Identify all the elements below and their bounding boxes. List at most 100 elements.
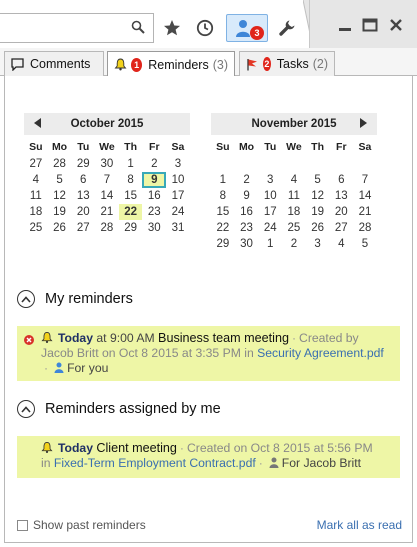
- calendar-day[interactable]: 23: [142, 204, 166, 220]
- calendar-day[interactable]: 7: [95, 172, 119, 188]
- prev-month-icon[interactable]: [34, 118, 42, 131]
- calendar-day[interactable]: 13: [71, 188, 95, 204]
- calendar-day[interactable]: 10: [166, 172, 190, 188]
- show-past-checkbox[interactable]: [17, 519, 28, 531]
- wrench-icon[interactable]: [273, 14, 301, 42]
- calendar-day[interactable]: 4: [282, 172, 306, 188]
- calendar-day[interactable]: 30: [95, 156, 119, 172]
- calendar-day[interactable]: 6: [71, 172, 95, 188]
- calendar-day[interactable]: 21: [353, 204, 377, 220]
- calendar-day[interactable]: 5: [306, 172, 330, 188]
- search-icon[interactable]: [131, 20, 145, 37]
- calendar-day[interactable]: 22: [211, 220, 235, 236]
- reminder-title[interactable]: Client meeting: [96, 441, 177, 455]
- calendar-day[interactable]: 17: [166, 188, 190, 204]
- calendar-day[interactable]: 2: [282, 236, 306, 252]
- address-bar[interactable]: [0, 13, 154, 43]
- calendar-day[interactable]: 1: [119, 156, 143, 172]
- dismiss-icon[interactable]: [24, 334, 34, 349]
- calendar-day[interactable]: 28: [95, 220, 119, 236]
- calendar-day[interactable]: 30: [142, 220, 166, 236]
- mark-all-read-link[interactable]: Mark all as read: [317, 518, 402, 532]
- calendar-day[interactable]: 21: [95, 204, 119, 220]
- calendar-day[interactable]: 28: [48, 156, 72, 172]
- calendar-day[interactable]: 1: [211, 172, 235, 188]
- document-link[interactable]: Fixed-Term Employment Contract.pdf: [54, 456, 256, 470]
- calendar-day[interactable]: 8: [119, 172, 143, 188]
- calendar-day[interactable]: 16: [235, 204, 259, 220]
- calendar-day[interactable]: 18: [24, 204, 48, 220]
- calendar-day[interactable]: 11: [282, 188, 306, 204]
- calendar-day[interactable]: 5: [353, 236, 377, 252]
- calendar-day[interactable]: 31: [166, 220, 190, 236]
- calendar-day[interactable]: 27: [71, 220, 95, 236]
- calendar-day[interactable]: 3: [166, 156, 190, 172]
- calendar-day[interactable]: 19: [306, 204, 330, 220]
- maximize-icon[interactable]: [359, 14, 381, 36]
- user-notifications-button[interactable]: 3: [226, 14, 268, 42]
- reminder-title[interactable]: Business team meeting: [158, 331, 289, 345]
- show-past-reminders[interactable]: Show past reminders: [17, 518, 146, 532]
- calendar-day[interactable]: 9: [235, 188, 259, 204]
- calendar-day[interactable]: 19: [48, 204, 72, 220]
- close-icon[interactable]: [385, 14, 407, 36]
- calendar-day[interactable]: 17: [258, 204, 282, 220]
- calendar-day[interactable]: 20: [329, 204, 353, 220]
- calendar-day[interactable]: 3: [258, 172, 282, 188]
- calendar-day[interactable]: 26: [306, 220, 330, 236]
- calendar-day[interactable]: 22: [118, 204, 143, 220]
- calendar-day[interactable]: 5: [48, 172, 72, 188]
- calendar-day[interactable]: 10: [258, 188, 282, 204]
- calendar-day[interactable]: 15: [211, 204, 235, 220]
- calendar-grid: Su Mo Tu We Th Fr Sa 1 2 3 4 5 6 7 8 9 10 11 12 13 14 15 16 17 1…: [211, 138, 377, 252]
- reminder-item[interactable]: Today at 9:00 AM Business team meeting · C…: [17, 326, 400, 381]
- calendar-day[interactable]: 27: [329, 220, 353, 236]
- calendar-day[interactable]: 12: [306, 188, 330, 204]
- calendar-day[interactable]: 30: [235, 236, 259, 252]
- collapse-icon[interactable]: [17, 290, 35, 308]
- collapse-icon[interactable]: [17, 400, 35, 418]
- calendar-day[interactable]: 29: [71, 156, 95, 172]
- calendar-day[interactable]: 3: [306, 236, 330, 252]
- calendar-day[interactable]: 29: [211, 236, 235, 252]
- next-month-icon[interactable]: [359, 118, 367, 131]
- calendar-day[interactable]: 20: [71, 204, 95, 220]
- my-reminders-toggle[interactable]: My reminders: [17, 290, 133, 308]
- clock-icon[interactable]: [191, 14, 219, 42]
- calendar-day[interactable]: 25: [282, 220, 306, 236]
- star-icon[interactable]: [158, 14, 186, 42]
- calendar-day[interactable]: 4: [329, 236, 353, 252]
- calendar-day[interactable]: 18: [282, 204, 306, 220]
- calendar-day[interactable]: 2: [142, 156, 166, 172]
- calendar-day[interactable]: 28: [353, 220, 377, 236]
- calendar-day[interactable]: 8: [211, 188, 235, 204]
- minimize-icon[interactable]: [334, 14, 356, 36]
- assigned-reminders-toggle[interactable]: Reminders assigned by me: [17, 400, 221, 418]
- calendar-day[interactable]: 24: [166, 204, 190, 220]
- calendar-day[interactable]: 6: [329, 172, 353, 188]
- calendar-day[interactable]: 24: [258, 220, 282, 236]
- calendar-day[interactable]: 9: [142, 172, 167, 188]
- calendar-day[interactable]: 14: [353, 188, 377, 204]
- calendar-day[interactable]: 13: [329, 188, 353, 204]
- calendar-day[interactable]: 7: [353, 172, 377, 188]
- calendar-day[interactable]: 14: [95, 188, 119, 204]
- calendar-day[interactable]: 25: [24, 220, 48, 236]
- tab-tasks[interactable]: 2 Tasks (2): [239, 51, 335, 76]
- calendar-day[interactable]: 15: [119, 188, 143, 204]
- calendar-day[interactable]: 23: [235, 220, 259, 236]
- calendar-day[interactable]: 29: [119, 220, 143, 236]
- reminder-item[interactable]: Today Client meeting · Created on Oct 8 20…: [17, 436, 400, 478]
- weekday-label: Fr: [149, 141, 160, 153]
- calendar-day[interactable]: 2: [235, 172, 259, 188]
- calendar-day[interactable]: 16: [142, 188, 166, 204]
- calendar-day[interactable]: 11: [24, 188, 48, 204]
- calendar-day[interactable]: 1: [258, 236, 282, 252]
- document-link[interactable]: Security Agreement.pdf: [257, 346, 384, 360]
- tab-comments[interactable]: Comments: [4, 51, 104, 76]
- calendar-day[interactable]: 27: [24, 156, 48, 172]
- calendar-day[interactable]: 12: [48, 188, 72, 204]
- calendar-day[interactable]: 26: [48, 220, 72, 236]
- calendar-day[interactable]: 4: [24, 172, 48, 188]
- tab-reminders[interactable]: 1 Reminders (3): [107, 51, 235, 77]
